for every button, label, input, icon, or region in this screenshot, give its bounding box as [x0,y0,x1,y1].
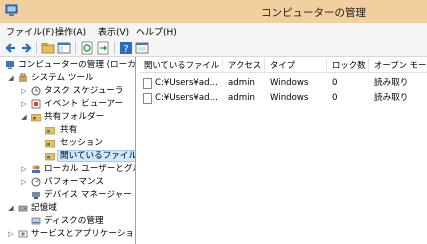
services-icon [18,230,28,238]
tree-item-label: 開いているファイル [57,150,135,162]
window-title: コンピューターの管理 [261,7,366,19]
tree-item-label: パフォーマンス [44,177,104,187]
storage-icon [18,205,28,212]
cell-access: admin [228,93,255,103]
tree-item-local-users[interactable]: ▷ ローカル ユーザーとグループ [0,163,135,175]
tree-item-open-files[interactable]: 開いているファイル [0,150,135,162]
column-header-locks[interactable]: ロック数 [332,59,366,71]
shared-folder-icon [31,114,41,122]
tree-item-sessions[interactable]: セッション [0,137,135,149]
tree-item-label: ローカル ユーザーとグループ [44,164,135,174]
file-icon [143,78,152,89]
refresh-icon[interactable] [80,41,94,55]
toolbar-separator [36,42,37,54]
expand-arrow-icon[interactable]: ▷ [20,98,28,110]
tree-item-label: デバイス マネージャー [44,190,132,200]
menu-view[interactable]: 表示(V) [98,25,129,38]
collapse-arrow-icon[interactable]: ◢ [20,111,28,123]
collapse-arrow-icon[interactable]: ◢ [7,72,15,84]
toolbox-icon [19,73,27,82]
console-tree: コンピューターの管理 (ローカル) ◢ システム ツール ▷ タスク スケジュー… [0,57,136,244]
column-divider[interactable] [222,58,223,72]
svg-text:?: ? [123,44,128,55]
column-header-access[interactable]: アクセス [228,59,261,71]
cell-locks: 0 [332,93,338,103]
clock-icon [31,86,41,96]
tree-item-shared-folders[interactable]: ◢ 共有フォルダー [0,111,135,123]
title-bar: コンピューターの管理 [0,0,427,23]
users-icon [32,165,40,173]
performance-icon [31,177,41,187]
column-divider[interactable] [368,58,369,72]
tree-item-system-tools[interactable]: ◢ システム ツール [0,72,135,84]
toolbar: ? [0,39,427,57]
tree-item-services-apps[interactable]: ▷ サービスとアプリケーション [0,228,136,240]
up-folder-icon[interactable] [41,41,55,55]
shared-folder-icon [45,153,55,161]
cell-mode: 読み取り [374,78,409,88]
menu-bar: ファイル(F) 操作(A) 表示(V) ヘルプ(H) [0,23,427,39]
tree-item-label: コンピューターの管理 (ローカル) [18,60,136,70]
back-arrow-icon[interactable] [4,41,18,55]
tree-item-label: ディスクの管理 [44,216,104,226]
table-row[interactable]: C:¥Users¥ad... admin Windows 0 読み取り [139,77,427,90]
cell-file: C:¥Users¥ad... [155,93,218,103]
toolbar-separator [75,42,76,54]
forward-arrow-icon[interactable] [19,41,33,55]
disk-management-icon [31,217,41,225]
cell-access: admin [228,78,255,88]
tree-item-device-manager[interactable]: デバイス マネージャー [0,189,135,201]
cell-file: C:¥Users¥ad... [155,78,218,88]
tree-item-shares[interactable]: 共有 [0,124,135,136]
help-icon[interactable]: ? [119,41,133,55]
expand-arrow-icon[interactable]: ▷ [20,163,28,175]
tree-item-task-scheduler[interactable]: ▷ タスク スケジューラ [0,85,135,97]
tree-item-label: システム ツール [31,73,94,83]
export-list-icon[interactable] [96,41,110,55]
column-divider[interactable] [264,58,265,72]
shared-folder-icon [45,127,55,135]
computer-management-icon [6,61,14,69]
menu-file[interactable]: ファイル(F) [6,25,54,38]
tree-item-label: 記憶域 [31,203,57,213]
tree-item-label: イベント ビューアー [44,99,124,109]
tree-item-disk-management[interactable]: ディスクの管理 [0,215,135,227]
column-header-open-file[interactable]: 開いているファイル [144,59,219,71]
expand-arrow-icon[interactable]: ▷ [20,176,28,188]
expand-arrow-icon[interactable]: ▷ [7,228,15,240]
tree-item-label: サービスとアプリケーション [31,229,136,239]
column-divider[interactable] [326,58,327,72]
menu-action[interactable]: 操作(A) [55,25,86,38]
tree-item-label: セッション [60,138,103,148]
tree-item-label: 共有フォルダー [44,112,105,122]
cell-mode: 読み取り [374,93,409,103]
file-icon [143,93,152,104]
tree-item-storage[interactable]: ◢ 記憶域 [0,202,135,214]
tree-item-event-viewer[interactable]: ▷ イベント ビューアー [0,98,135,110]
tree-item-performance[interactable]: ▷ パフォーマンス [0,176,135,188]
properties-icon[interactable] [135,41,149,55]
cell-type: Windows [270,78,309,88]
console-tree-icon[interactable] [57,41,71,55]
cell-locks: 0 [332,78,338,88]
column-header-open-mode[interactable]: オープン モード [374,59,427,71]
shared-folder-icon [45,140,55,148]
table-row[interactable]: C:¥Users¥ad... admin Windows 0 読み取り [139,92,427,105]
tree-item-label: 共有 [60,125,78,135]
cell-type: Windows [270,93,309,103]
event-viewer-icon [31,99,41,109]
list-header: 開いているファイル アクセス タイプ ロック数 オープン モード [139,57,427,73]
expand-arrow-icon[interactable]: ▷ [20,85,28,97]
collapse-arrow-icon[interactable]: ◢ [7,202,15,214]
tree-item-label: タスク スケジューラ [44,86,124,96]
toolbar-separator [114,42,115,54]
open-files-list: 開いているファイル アクセス タイプ ロック数 オープン モード C:¥User… [139,57,427,244]
column-header-type[interactable]: タイプ [270,59,295,71]
tree-item-computer-management[interactable]: コンピューターの管理 (ローカル) [0,59,136,71]
menu-help[interactable]: ヘルプ(H) [136,25,177,38]
device-manager-icon [32,192,40,199]
